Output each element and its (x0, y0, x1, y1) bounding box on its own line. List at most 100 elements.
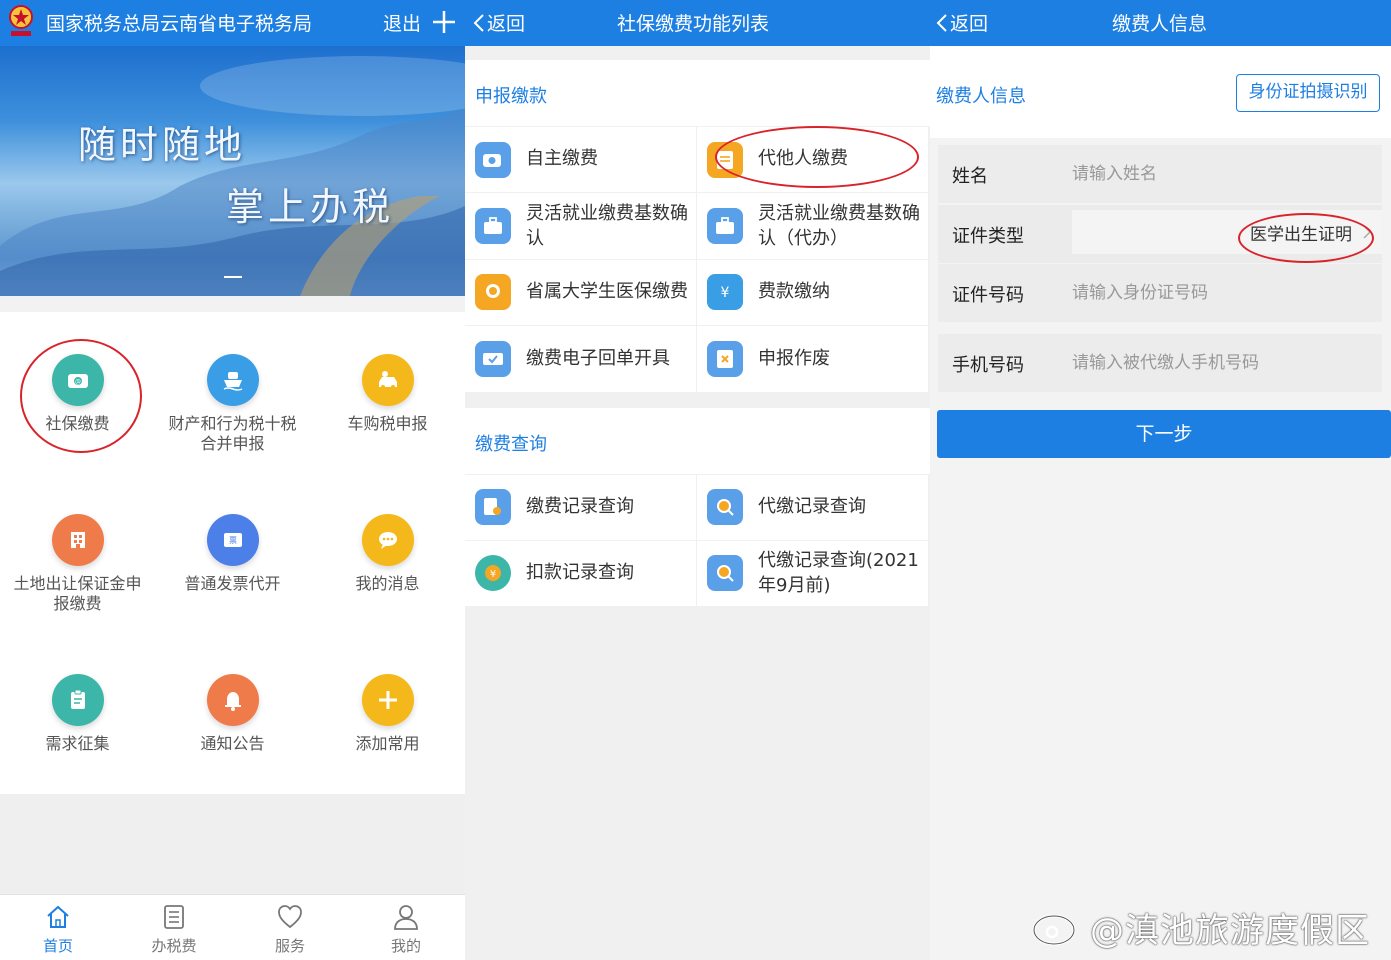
id-number-row: 证件号码 (938, 264, 1382, 322)
id-scan-button[interactable]: 身份证拍摄识别 (1236, 74, 1380, 112)
tab-home[interactable]: 首页 (0, 895, 116, 960)
grid-item-notices[interactable]: 通知公告 (155, 632, 310, 792)
grid-item-feedback[interactable]: 需求征集 (0, 632, 155, 792)
grid-item-label: 财产和行为税十税合并申报 (168, 414, 297, 453)
add-icon[interactable] (430, 8, 458, 36)
function-list-screen: 返回 社保缴费功能列表 申报缴款 自主缴费 代他人缴费 灵活就业缴费基数确认 灵… (465, 0, 930, 960)
list-item-label: 代他人缴费 (758, 148, 848, 169)
grid-item-property-tax[interactable]: 财产和行为税十税合并申报 (155, 312, 310, 472)
list-item-proxy-record[interactable]: 代缴记录查询 (697, 475, 928, 540)
bottom-tab-bar: 首页 办税费 服务 我的 (0, 894, 465, 960)
chevron-left-icon (473, 14, 484, 32)
list-item-self-payment[interactable]: 自主缴费 (465, 127, 696, 192)
list-item-label: 扣款记录查询 (526, 562, 634, 583)
briefcase-icon (707, 208, 743, 244)
svg-text:¥: ¥ (721, 285, 730, 301)
list-item-label: 灵活就业缴费基数确认（代办） (758, 203, 920, 249)
grid-item-invoice[interactable]: 票 普通发票代开 (155, 472, 310, 632)
logout-button[interactable]: 退出 (383, 9, 421, 36)
list-item-label: 申报作废 (758, 348, 830, 369)
list-item-proxy-payment[interactable]: 代他人缴费 (697, 127, 928, 192)
list-item-label: 代缴记录查询(2021年9月前) (758, 550, 919, 596)
svg-text:票: 票 (229, 536, 237, 545)
tab-label: 首页 (42, 937, 73, 955)
list-item-proxy-record-before-2021[interactable]: 代缴记录查询(2021年9月前) (697, 541, 928, 606)
yuan-icon: ¥ (707, 274, 743, 310)
spacer (0, 794, 465, 894)
tab-label: 办税费 (151, 937, 197, 955)
list-item-label: 费款缴纳 (758, 281, 830, 302)
divider (0, 296, 465, 312)
svg-text:¥: ¥ (490, 569, 496, 580)
heart-icon (278, 905, 302, 929)
home-screen: 国家税务总局云南省电子税务局 退出 随时随地 掌上办税 @ 社保缴费 财产和行为… (0, 0, 465, 960)
grid-item-vehicle-tax[interactable]: 车购税申报 (310, 312, 465, 472)
car-icon (361, 354, 414, 406)
add-icon (361, 674, 414, 726)
grid-item-label: 添加常用 (355, 734, 420, 753)
grid-item-label: 车购税申报 (347, 414, 428, 433)
grid-item-add-favorite[interactable]: 添加常用 (310, 632, 465, 792)
grid-item-social-insurance[interactable]: @ 社保缴费 (0, 312, 155, 472)
page-title: 社保缴费功能列表 (617, 13, 770, 35)
next-button[interactable]: 下一步 (937, 410, 1391, 458)
select-value: 医学出生证明 (1250, 225, 1352, 245)
cancel-document-icon (707, 341, 743, 377)
tab-service[interactable]: 服务 (232, 895, 348, 960)
home-header: 国家税务总局云南省电子税务局 退出 (0, 0, 465, 46)
list-item-payment-record[interactable]: 缴费记录查询 (465, 475, 696, 540)
watermark-text: @滇池旅游度假区 (1090, 911, 1370, 951)
list-item-label: 灵活就业缴费基数确认 (526, 203, 688, 249)
list-item-deduction-record[interactable]: ¥ 扣款记录查询 (465, 541, 696, 606)
list-item-e-receipt[interactable]: 缴费电子回单开具 (465, 326, 696, 392)
chat-icon (361, 514, 414, 566)
id-number-input[interactable] (1072, 272, 1372, 314)
grid-item-label: 土地出让保证金申报缴费 (13, 574, 142, 613)
section-title: 缴费查询 (475, 434, 547, 455)
wallet-icon: @ (51, 354, 104, 406)
chevron-right-icon (1363, 225, 1372, 239)
grid-item-label: 通知公告 (200, 734, 265, 753)
tab-mine[interactable]: 我的 (348, 895, 464, 960)
back-label: 返回 (950, 13, 989, 35)
payer-info-screen: 返回 缴费人信息 缴费人信息 身份证拍摄识别 姓名 证件类型 医学出生证明 证件… (930, 0, 1391, 960)
phone-input[interactable] (1072, 342, 1372, 384)
section-title: 缴费人信息 (936, 86, 1026, 107)
list-item-label: 自主缴费 (526, 148, 598, 169)
grid-item-label: 我的消息 (355, 574, 420, 593)
grid-item-label: 普通发票代开 (184, 574, 281, 593)
name-input[interactable] (1072, 153, 1372, 195)
function-list-header: 返回 社保缴费功能列表 (465, 0, 930, 46)
mountain-illustration (0, 56, 465, 296)
tab-tax[interactable]: 办税费 (116, 895, 232, 960)
back-button[interactable]: 返回 (473, 9, 525, 36)
list-item-flexible-base-confirm[interactable]: 灵活就业缴费基数确认 (465, 193, 696, 259)
tab-label: 我的 (390, 937, 421, 955)
back-label: 返回 (487, 13, 526, 35)
list-item-flexible-base-confirm-proxy[interactable]: 灵活就业缴费基数确认（代办） (697, 193, 928, 259)
tab-label: 服务 (274, 937, 305, 955)
section-header-declaration: 申报缴款 (465, 60, 930, 126)
list-item-void-declaration[interactable]: 申报作废 (697, 326, 928, 392)
section-header-payer: 缴费人信息 身份证拍摄识别 (930, 46, 1391, 138)
field-label: 手机号码 (952, 355, 1024, 376)
ticket-check-icon (475, 341, 511, 377)
grid-item-land-deposit[interactable]: 土地出让保证金申报缴费 (0, 472, 155, 632)
banner[interactable]: 随时随地 掌上办税 (0, 46, 465, 296)
list-item-student-medical[interactable]: 省属大学生医保缴费 (465, 260, 696, 325)
back-button[interactable]: 返回 (936, 9, 988, 36)
id-type-row: 证件类型 医学出生证明 (938, 205, 1382, 263)
field-label: 证件类型 (952, 226, 1024, 247)
name-field-row: 姓名 (938, 145, 1382, 203)
section-title: 申报缴款 (475, 86, 547, 107)
list-item-label: 缴费记录查询 (526, 496, 634, 517)
weibo-icon (1032, 914, 1076, 946)
field-label: 证件号码 (952, 285, 1024, 306)
chevron-left-icon (936, 14, 947, 32)
list-item-fee-payment[interactable]: ¥ 费款缴纳 (697, 260, 928, 325)
carousel-indicator (224, 276, 242, 278)
list-item-label: 省属大学生医保缴费 (526, 281, 688, 302)
user-icon (394, 905, 418, 930)
grid-item-messages[interactable]: 我的消息 (310, 472, 465, 632)
id-type-select[interactable]: 医学出生证明 (1072, 210, 1382, 254)
